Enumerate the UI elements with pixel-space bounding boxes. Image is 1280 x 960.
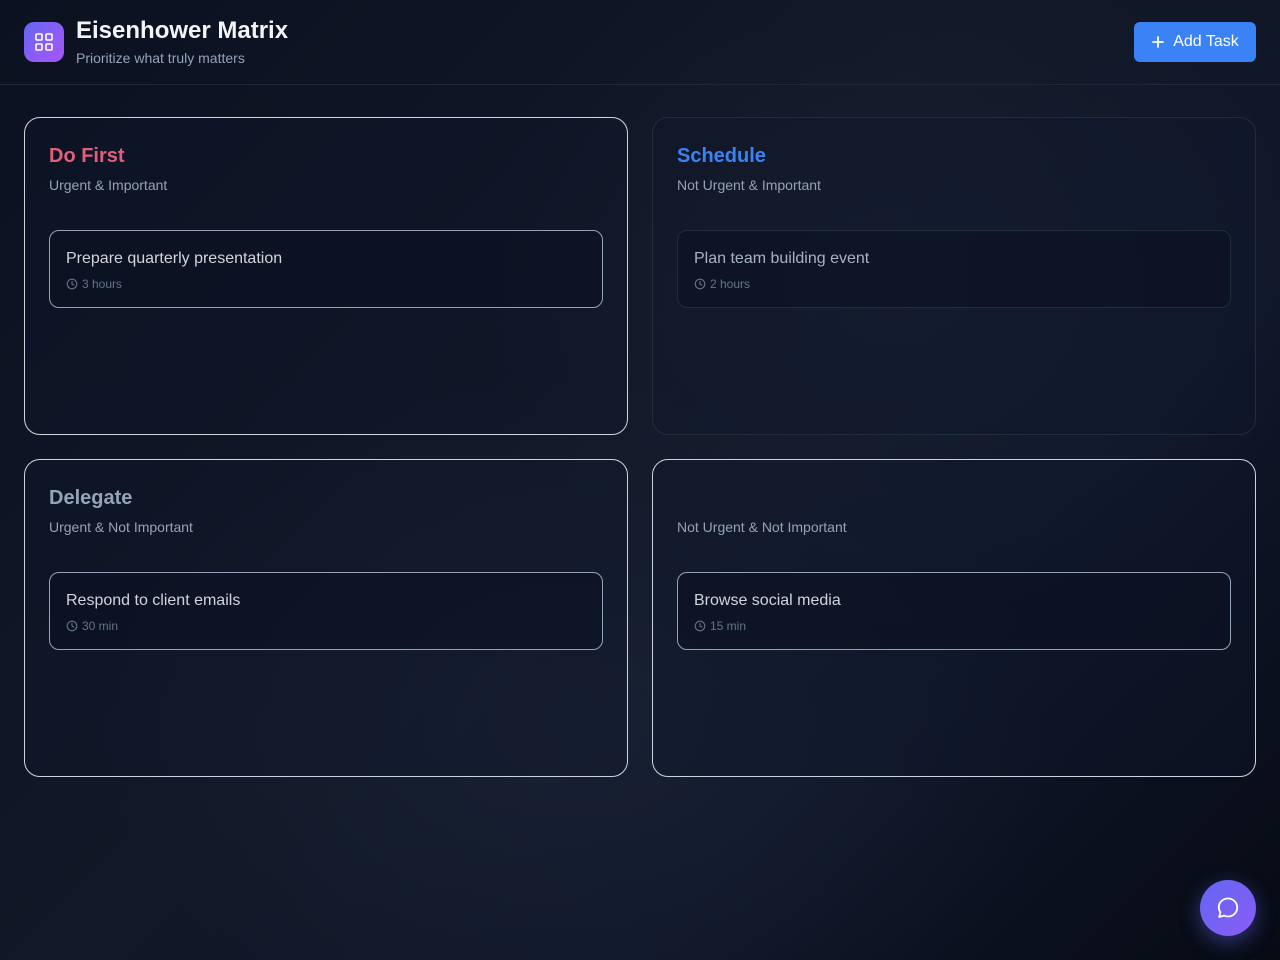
grid-icon [24, 22, 64, 62]
quadrant-eliminate: Not Urgent & Not Important Browse social… [652, 459, 1256, 777]
task-name: Plan team building event [694, 250, 870, 267]
plus-icon [1152, 36, 1165, 48]
quadrant-subtitle: Urgent & Important [49, 177, 168, 193]
quadrant-schedule: Schedule Not Urgent & Important Plan tea… [652, 117, 1256, 435]
task-name: Prepare quarterly presentation [66, 250, 283, 267]
task-duration: 30 min [66, 619, 118, 633]
quadrant-subtitle: Urgent & Not Important [49, 519, 193, 535]
clock-icon [66, 278, 78, 290]
add-task-button[interactable]: Add Task [1134, 22, 1256, 62]
quadrant-title: Do First [49, 145, 125, 167]
task-name: Respond to client emails [66, 592, 241, 609]
task-duration: 2 hours [694, 277, 750, 291]
task-card[interactable]: Respond to client emails 30 min [49, 572, 603, 650]
clock-icon [66, 620, 78, 632]
quadrant-subtitle: Not Urgent & Important [677, 177, 821, 193]
clock-icon [694, 278, 706, 290]
task-duration-text: 2 hours [710, 277, 751, 291]
quadrant-do-first: Do First Urgent & Important Prepare quar… [24, 117, 628, 435]
quadrant-subtitle: Not Urgent & Not Important [677, 519, 847, 535]
add-task-label: Add Task [1173, 33, 1239, 50]
task-card[interactable]: Browse social media 15 min [677, 572, 1231, 650]
task-card[interactable]: Plan team building event 2 hours [677, 230, 1231, 308]
quadrant-title: Delegate [49, 487, 133, 509]
clock-icon [694, 620, 706, 632]
page-title: Eisenhower Matrix [76, 17, 289, 44]
task-name: Browse social media [694, 592, 841, 609]
task-duration: 3 hours [66, 277, 122, 291]
chat-bubble-icon [1217, 897, 1239, 918]
task-duration: 15 min [694, 619, 746, 633]
task-card[interactable]: Prepare quarterly presentation 3 hours [49, 230, 603, 308]
quadrant-delegate: Delegate Urgent & Not Important Respond … [24, 459, 628, 777]
chat-button[interactable] [1200, 880, 1256, 936]
app-header: Eisenhower Matrix Prioritize what truly … [0, 0, 1280, 85]
task-duration-text: 3 hours [82, 277, 123, 291]
page-subtitle: Prioritize what truly matters [76, 50, 245, 66]
task-duration-text: 15 min [710, 619, 747, 633]
quadrant-title: Schedule [677, 145, 766, 167]
task-duration-text: 30 min [82, 619, 119, 633]
